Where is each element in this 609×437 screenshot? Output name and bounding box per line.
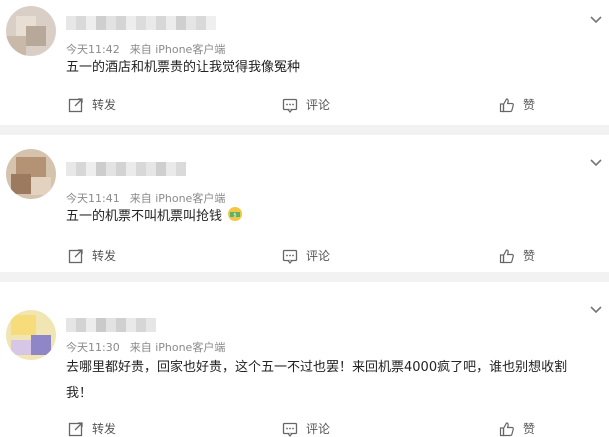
comment-button[interactable]: 评论 [282, 420, 330, 437]
comment-label: 评论 [306, 422, 331, 436]
repost-icon [68, 97, 83, 112]
post-source: 来自 iPhone客户端 [129, 341, 226, 354]
comment-icon [282, 249, 298, 264]
post-3: 今天11:30 来自 iPhone客户端 去哪里都好贵，回家也好贵，这个五一不过也… [0, 282, 609, 437]
money-face-emoji: $ [228, 207, 243, 221]
avatar[interactable] [6, 149, 56, 199]
username-blurred[interactable] [66, 16, 216, 32]
avatar[interactable] [6, 310, 56, 360]
post-content: 五一的酒店和机票贵的让我觉得我像冤种 [66, 60, 301, 75]
repost-button[interactable]: 转发 [68, 96, 116, 113]
post-separator [0, 125, 609, 135]
repost-label: 转发 [92, 422, 117, 436]
post-time: 今天11:30 [66, 341, 120, 354]
comment-button[interactable]: 评论 [282, 96, 330, 113]
repost-button[interactable]: 转发 [68, 247, 116, 264]
like-label: 赞 [523, 422, 536, 436]
thumbs-up-icon [499, 421, 514, 436]
repost-label: 转发 [92, 249, 117, 263]
repost-button[interactable]: 转发 [68, 420, 116, 437]
thumbs-up-icon [499, 97, 514, 112]
username-blurred[interactable] [66, 318, 156, 334]
post-1: 今天11:42 来自 iPhone客户端 五一的酒店和机票贵的让我觉得我像冤种 转… [0, 0, 609, 125]
comment-icon [282, 422, 298, 437]
svg-text:$: $ [234, 213, 237, 219]
post-2: 今天11:41 来自 iPhone客户端 五一的机票不叫机票叫抢钱 $ 转发 评论 [0, 135, 609, 272]
post-content: 去哪里都好贵，回家也好贵，这个五一不过也罢！来回机票4000疯了吧，谁也别想收割… [66, 355, 606, 407]
repost-icon [68, 421, 83, 436]
post-text-line: 去哪里都好贵，回家也好贵，这个五一不过也罢！来回机票4000疯了吧，谁也别想收割 [66, 360, 568, 375]
chevron-down-icon[interactable] [589, 155, 603, 169]
chevron-down-icon[interactable] [589, 302, 603, 316]
post-text-line: 我！ [66, 386, 93, 401]
post-meta: 今天11:30 来自 iPhone客户端 [66, 339, 225, 355]
chevron-down-icon[interactable] [589, 12, 603, 26]
like-button[interactable]: 赞 [499, 247, 535, 264]
comment-label: 评论 [306, 249, 331, 263]
comment-icon [282, 98, 298, 113]
like-button[interactable]: 赞 [499, 96, 535, 113]
post-separator [0, 272, 609, 282]
like-button[interactable]: 赞 [499, 420, 535, 437]
post-content: 五一的机票不叫机票叫抢钱 $ [66, 204, 606, 230]
avatar[interactable] [6, 6, 56, 56]
comment-button[interactable]: 评论 [282, 247, 330, 264]
post-text: 五一的机票不叫机票叫抢钱 [66, 209, 223, 224]
username-blurred[interactable] [66, 162, 186, 178]
comment-label: 评论 [306, 98, 331, 112]
like-label: 赞 [523, 98, 536, 112]
thumbs-up-icon [499, 248, 514, 263]
like-label: 赞 [523, 249, 536, 263]
repost-label: 转发 [92, 98, 117, 112]
repost-icon [68, 248, 83, 263]
